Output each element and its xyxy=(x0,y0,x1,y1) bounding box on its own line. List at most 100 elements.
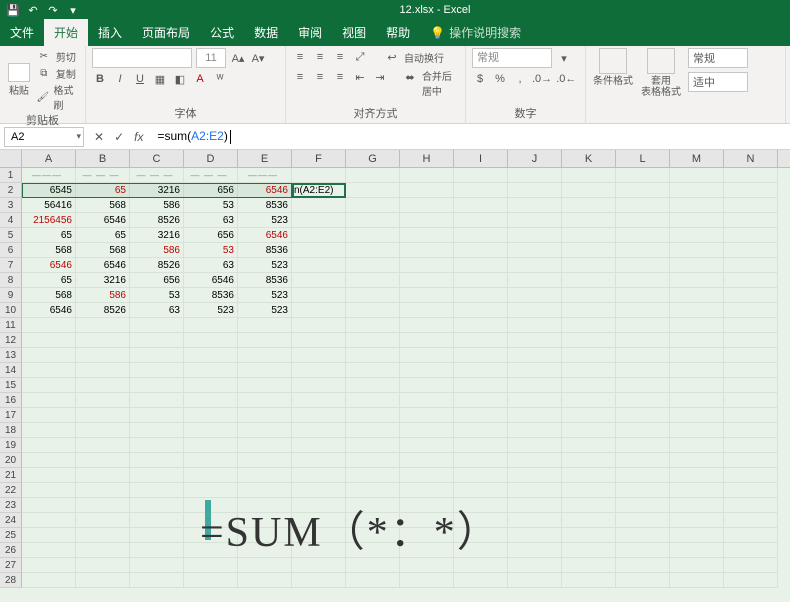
cell[interactable] xyxy=(292,363,346,378)
cell[interactable] xyxy=(454,288,508,303)
cell[interactable] xyxy=(562,273,616,288)
cell[interactable] xyxy=(400,273,454,288)
cell[interactable] xyxy=(724,318,778,333)
cell[interactable] xyxy=(670,483,724,498)
cell[interactable]: 6546 xyxy=(184,273,238,288)
cell[interactable]: 6546 xyxy=(238,228,292,243)
cell[interactable] xyxy=(22,348,76,363)
cell[interactable] xyxy=(562,513,616,528)
cell[interactable] xyxy=(292,468,346,483)
cell[interactable]: 3216 xyxy=(130,183,184,198)
cell[interactable] xyxy=(724,423,778,438)
cell[interactable]: 656 xyxy=(130,273,184,288)
cell[interactable] xyxy=(22,528,76,543)
cell[interactable] xyxy=(130,498,184,513)
cell[interactable] xyxy=(22,453,76,468)
cell[interactable] xyxy=(670,183,724,198)
cell[interactable] xyxy=(400,198,454,213)
cell[interactable] xyxy=(292,258,346,273)
cell[interactable] xyxy=(508,258,562,273)
col-header-N[interactable]: N xyxy=(724,150,778,167)
border-button[interactable]: ▦ xyxy=(152,70,168,88)
cell[interactable] xyxy=(400,573,454,588)
cell[interactable] xyxy=(508,573,562,588)
cell[interactable] xyxy=(670,438,724,453)
cell[interactable] xyxy=(184,408,238,423)
cell[interactable] xyxy=(508,243,562,258)
cell[interactable] xyxy=(292,243,346,258)
cell[interactable] xyxy=(238,483,292,498)
cell[interactable] xyxy=(508,453,562,468)
cell[interactable] xyxy=(670,558,724,573)
cell[interactable] xyxy=(508,303,562,318)
cell[interactable] xyxy=(616,183,670,198)
cell[interactable] xyxy=(670,288,724,303)
row-header-18[interactable]: 18 xyxy=(0,423,22,438)
cell[interactable] xyxy=(400,483,454,498)
cell[interactable] xyxy=(400,258,454,273)
cell[interactable] xyxy=(616,228,670,243)
cell[interactable] xyxy=(346,393,400,408)
cell[interactable] xyxy=(508,543,562,558)
tell-me[interactable]: 💡操作说明搜索 xyxy=(420,19,531,46)
cell[interactable] xyxy=(670,348,724,363)
cell[interactable] xyxy=(724,183,778,198)
cell[interactable] xyxy=(400,183,454,198)
cell[interactable]: 523 xyxy=(238,303,292,318)
row-header-17[interactable]: 17 xyxy=(0,408,22,423)
cell[interactable] xyxy=(562,213,616,228)
cell[interactable] xyxy=(130,483,184,498)
cell[interactable] xyxy=(562,168,616,183)
row-header-7[interactable]: 7 xyxy=(0,258,22,273)
col-header-A[interactable]: A xyxy=(22,150,76,167)
cell[interactable]: 3216 xyxy=(76,273,130,288)
fill-color-button[interactable]: ◧ xyxy=(172,70,188,88)
cell[interactable] xyxy=(238,348,292,363)
spreadsheet-grid[interactable]: ABCDEFGHIJKLMN 1234567891011121314151617… xyxy=(0,150,790,602)
cell[interactable] xyxy=(670,228,724,243)
cell[interactable]: 6546 xyxy=(76,258,130,273)
cell[interactable] xyxy=(346,363,400,378)
cell[interactable] xyxy=(508,483,562,498)
cell[interactable] xyxy=(508,558,562,573)
cell[interactable] xyxy=(562,558,616,573)
cell[interactable] xyxy=(670,513,724,528)
cell[interactable] xyxy=(724,513,778,528)
decrease-font-icon[interactable]: A▾ xyxy=(250,49,266,67)
cell[interactable] xyxy=(346,378,400,393)
row-header-8[interactable]: 8 xyxy=(0,273,22,288)
cell[interactable] xyxy=(670,168,724,183)
cell[interactable] xyxy=(508,183,562,198)
cell[interactable]: 8526 xyxy=(76,303,130,318)
cell[interactable] xyxy=(22,408,76,423)
currency-icon[interactable]: $ xyxy=(472,70,488,88)
cell[interactable] xyxy=(616,423,670,438)
cell[interactable] xyxy=(454,423,508,438)
cell[interactable] xyxy=(562,393,616,408)
cell[interactable] xyxy=(454,573,508,588)
cell[interactable] xyxy=(400,378,454,393)
cell[interactable] xyxy=(562,228,616,243)
cell[interactable] xyxy=(292,438,346,453)
cell[interactable] xyxy=(616,318,670,333)
cell[interactable] xyxy=(76,333,130,348)
cell[interactable] xyxy=(76,348,130,363)
cell[interactable] xyxy=(400,393,454,408)
decrease-decimal-icon[interactable]: .0← xyxy=(556,70,576,88)
cell[interactable]: 8536 xyxy=(238,198,292,213)
cell[interactable] xyxy=(616,378,670,393)
cell[interactable] xyxy=(292,318,346,333)
cell[interactable] xyxy=(616,513,670,528)
cell[interactable] xyxy=(616,273,670,288)
cell[interactable] xyxy=(238,573,292,588)
cell[interactable] xyxy=(616,363,670,378)
cell[interactable]: ——— xyxy=(22,168,76,183)
cell[interactable] xyxy=(616,288,670,303)
row-header-15[interactable]: 15 xyxy=(0,378,22,393)
cell[interactable] xyxy=(508,393,562,408)
cell[interactable]: 6546 xyxy=(22,258,76,273)
col-header-I[interactable]: I xyxy=(454,150,508,167)
cell[interactable] xyxy=(184,378,238,393)
cell[interactable]: 568 xyxy=(22,288,76,303)
cell[interactable] xyxy=(616,393,670,408)
